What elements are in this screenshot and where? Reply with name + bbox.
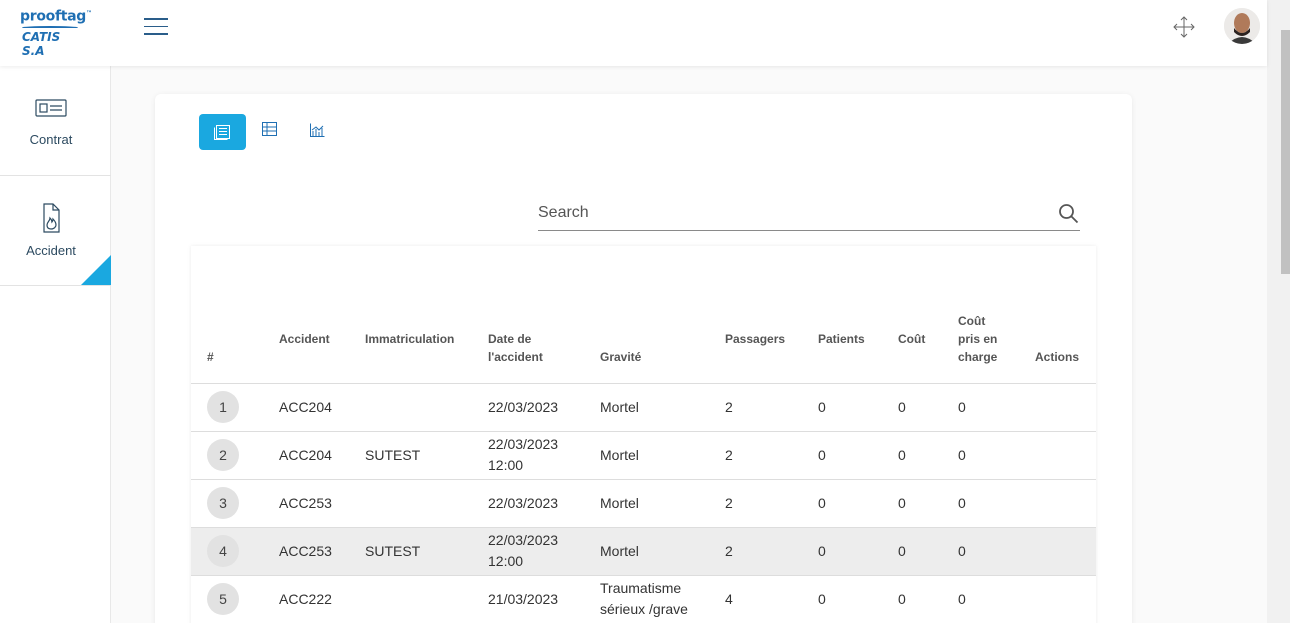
table-header-row: # Accident Immatriculation Date de l'acc… [191, 246, 1096, 384]
cell-immatriculation: SUTEST [365, 527, 488, 576]
list-view-button[interactable] [199, 114, 246, 150]
cell-date: 22/03/2023 12:00 [488, 431, 600, 480]
cell-gravite: Traumatisme sérieux /grave [600, 575, 725, 623]
accidents-table-container: # Accident Immatriculation Date de l'acc… [191, 246, 1096, 623]
cell-gravite: Mortel [600, 383, 725, 432]
cell-date: 21/03/2023 [488, 575, 600, 623]
row-number-badge: 2 [207, 439, 239, 471]
column-header-num[interactable]: # [191, 246, 279, 384]
column-header-gravite[interactable]: Gravité [600, 246, 725, 384]
cell-date: 22/03/2023 12:00 [488, 527, 600, 576]
cell-date: 22/03/2023 [488, 479, 600, 528]
list-view-icon [214, 125, 230, 140]
cell-accident: ACC253 [279, 479, 365, 528]
cell-cout: 0 [898, 479, 958, 528]
column-header-cout-pris-en-charge[interactable]: Coût pris en charge [958, 246, 1035, 384]
accidents-table: # Accident Immatriculation Date de l'acc… [191, 246, 1096, 623]
cell-cout-pris-en-charge: 0 [958, 431, 1035, 480]
column-header-accident[interactable]: Accident [279, 246, 365, 384]
cell-actions [1035, 431, 1096, 480]
logo-swoosh [22, 25, 78, 29]
table-row[interactable]: 4 ACC253 SUTEST 22/03/2023 12:00 Mortel 2… [191, 527, 1096, 576]
cell-accident: ACC204 [279, 431, 365, 480]
sidebar-item-contrat[interactable]: Contrat [0, 66, 111, 176]
cell-patients: 0 [818, 383, 898, 432]
logo-trademark: ™ [86, 10, 92, 17]
cell-passagers: 2 [725, 431, 818, 480]
search-icon[interactable] [1058, 203, 1080, 225]
scrollbar-thumb[interactable] [1281, 30, 1290, 274]
search-input[interactable] [538, 201, 1038, 225]
cell-immatriculation [365, 575, 488, 623]
search-field[interactable] [538, 197, 1080, 231]
cell-cout: 0 [898, 431, 958, 480]
chart-view-icon [310, 123, 325, 137]
table-view-icon [262, 122, 277, 136]
cell-date: 22/03/2023 [488, 383, 600, 432]
document-flame-icon [35, 202, 67, 234]
column-header-actions: Actions [1035, 246, 1096, 384]
chart-view-button[interactable] [302, 114, 349, 150]
cell-immatriculation [365, 479, 488, 528]
cell-actions [1035, 383, 1096, 432]
active-indicator [81, 255, 111, 285]
cell-accident: ACC253 [279, 527, 365, 576]
cell-cout-pris-en-charge: 0 [958, 479, 1035, 528]
table-row[interactable]: 1 ACC204 22/03/2023 Mortel 2 0 0 0 [191, 383, 1096, 432]
cell-cout-pris-en-charge: 0 [958, 383, 1035, 432]
page-scrollbar[interactable] [1267, 0, 1290, 623]
row-number-badge: 5 [207, 583, 239, 615]
cell-gravite: Mortel [600, 479, 725, 528]
table-view-button[interactable] [254, 114, 301, 150]
row-number-badge: 3 [207, 487, 239, 519]
table-row[interactable]: 5 ACC222 21/03/2023 Traumatisme sérieux /… [191, 575, 1096, 623]
cell-cout-pris-en-charge: 0 [958, 575, 1035, 623]
cell-immatriculation: SUTEST [365, 431, 488, 480]
sidebar-item-accident[interactable]: Accident [0, 176, 111, 286]
cell-gravite: Mortel [600, 431, 725, 480]
logo-brand-text: prooftag [20, 8, 87, 25]
company-logo[interactable]: prooftag™ CATIS S.A [20, 6, 92, 58]
content-card: # Accident Immatriculation Date de l'acc… [155, 94, 1132, 623]
column-header-patients[interactable]: Patients [818, 246, 898, 384]
fullscreen-icon[interactable] [1172, 15, 1196, 39]
cell-cout: 0 [898, 383, 958, 432]
cell-immatriculation [365, 383, 488, 432]
table-row[interactable]: 3 ACC253 22/03/2023 Mortel 2 0 0 0 [191, 479, 1096, 528]
column-header-passagers[interactable]: Passagers [725, 246, 818, 384]
column-header-immatriculation[interactable]: Immatriculation [365, 246, 488, 384]
cell-actions [1035, 575, 1096, 623]
cell-patients: 0 [818, 527, 898, 576]
row-number-badge: 1 [207, 391, 239, 423]
cell-cout: 0 [898, 575, 958, 623]
cell-actions [1035, 527, 1096, 576]
table-row[interactable]: 2 ACC204 SUTEST 22/03/2023 12:00 Mortel 2… [191, 431, 1096, 480]
cell-accident: ACC222 [279, 575, 365, 623]
user-avatar[interactable] [1224, 8, 1260, 44]
cell-passagers: 2 [725, 383, 818, 432]
cell-actions [1035, 479, 1096, 528]
id-card-icon [35, 92, 67, 124]
cell-patients: 0 [818, 575, 898, 623]
column-header-date[interactable]: Date de l'accident [488, 246, 600, 384]
cell-passagers: 4 [725, 575, 818, 623]
cell-cout: 0 [898, 527, 958, 576]
logo-company-name: CATIS S.A [22, 29, 61, 58]
cell-cout-pris-en-charge: 0 [958, 527, 1035, 576]
top-bar: prooftag™ CATIS S.A [0, 0, 1267, 66]
cell-passagers: 2 [725, 527, 818, 576]
sidebar: Contrat Accident [0, 66, 111, 623]
menu-toggle-button[interactable] [144, 18, 168, 36]
sidebar-item-label: Contrat [29, 132, 73, 147]
cell-patients: 0 [818, 479, 898, 528]
cell-patients: 0 [818, 431, 898, 480]
cell-accident: ACC204 [279, 383, 365, 432]
column-header-cout[interactable]: Coût [898, 246, 958, 384]
cell-gravite: Mortel [600, 527, 725, 576]
row-number-badge: 4 [207, 535, 239, 567]
cell-passagers: 2 [725, 479, 818, 528]
